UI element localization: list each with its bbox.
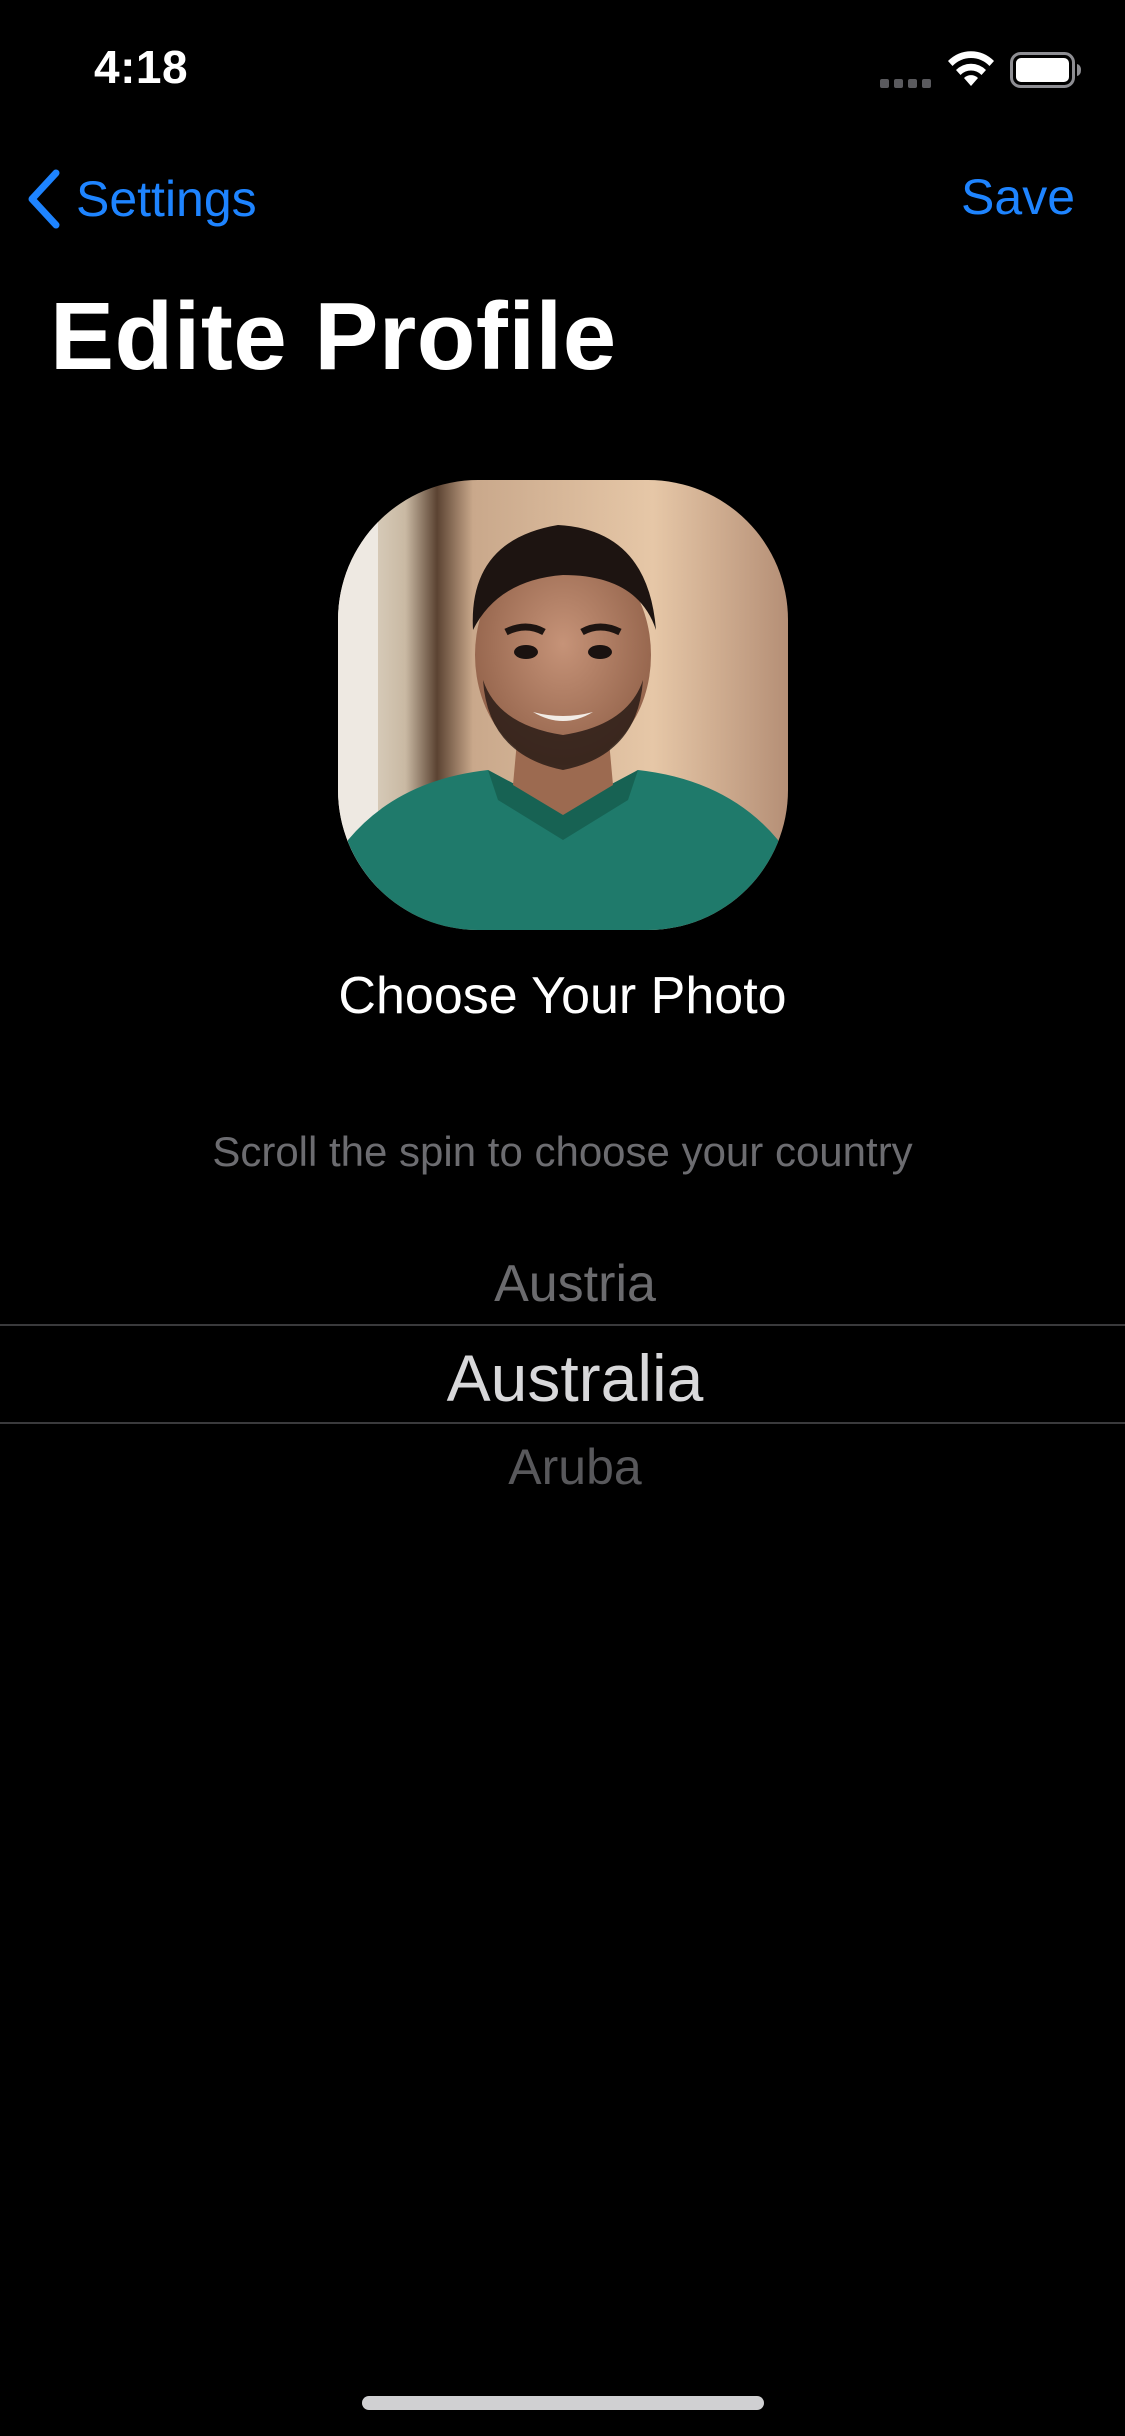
- battery-icon: [1010, 52, 1081, 88]
- picker-selection-line-bottom: [0, 1422, 1125, 1424]
- back-button[interactable]: Settings: [24, 164, 257, 234]
- country-picker[interactable]: Austria Australia Aruba: [0, 1210, 1125, 1530]
- picker-item-selected[interactable]: Australia: [0, 1340, 1125, 1416]
- back-button-label: Settings: [76, 171, 257, 227]
- save-button[interactable]: Save: [961, 168, 1075, 226]
- picker-item-above[interactable]: Austria: [0, 1254, 1125, 1314]
- country-picker-hint: Scroll the spin to choose your country: [212, 1128, 913, 1175]
- cellular-signal-icon: [880, 72, 932, 88]
- status-time: 4:18: [94, 41, 189, 93]
- home-indicator[interactable]: [362, 2396, 764, 2410]
- wifi-icon: [948, 51, 994, 86]
- chevron-left-icon: [28, 169, 60, 229]
- profile-photo-image: [338, 480, 788, 930]
- page-title: Edite Profile: [50, 283, 617, 390]
- picker-selection-line-top: [0, 1324, 1125, 1326]
- choose-photo-button[interactable]: Choose Your Photo: [0, 966, 1125, 1026]
- status-bar: 4:18: [0, 0, 1125, 132]
- profile-photo[interactable]: [338, 480, 788, 930]
- picker-item-below[interactable]: Aruba: [0, 1438, 1125, 1496]
